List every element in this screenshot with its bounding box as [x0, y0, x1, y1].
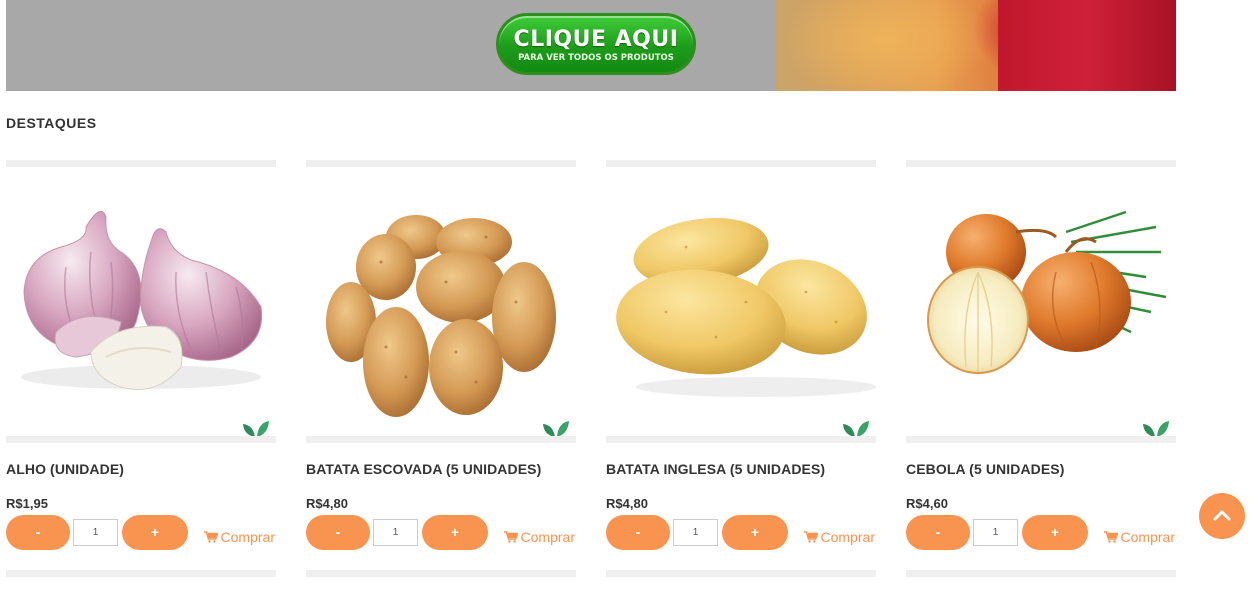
- buy-button[interactable]: Comprar: [503, 529, 575, 545]
- buy-label: Comprar: [820, 529, 875, 545]
- cart-icon: [203, 531, 218, 543]
- decrease-quantity-button[interactable]: -: [906, 515, 970, 550]
- product-image-onions[interactable]: [906, 172, 1176, 437]
- card-divider: [606, 436, 876, 443]
- product-image-garlic[interactable]: [6, 172, 276, 437]
- cta-sub-label: PARA VER TODOS OS PRODUTOS: [518, 53, 674, 63]
- leaf-icon: [843, 421, 869, 437]
- cta-main-label: CLIQUE AQUI: [513, 27, 679, 52]
- buy-button[interactable]: Comprar: [203, 529, 275, 545]
- scroll-to-top-button[interactable]: [1199, 493, 1245, 539]
- leaf-icon: [1143, 421, 1169, 437]
- product-price: R$4,80: [606, 496, 648, 511]
- card-divider: [606, 570, 876, 577]
- product-name[interactable]: BATATA ESCOVADA (5 UNIDADES): [306, 461, 541, 477]
- product-card: BATATA ESCOVADA (5 UNIDADES) R$4,80 - + …: [306, 160, 576, 577]
- promo-banner: CLIQUE AQUI PARA VER TODOS OS PRODUTOS: [6, 0, 1176, 91]
- decrease-quantity-button[interactable]: -: [306, 515, 370, 550]
- card-divider: [306, 436, 576, 443]
- card-divider: [906, 570, 1176, 577]
- product-image-brushed-potatoes[interactable]: [306, 172, 576, 437]
- quantity-input[interactable]: [673, 519, 718, 546]
- buy-button[interactable]: Comprar: [1103, 529, 1175, 545]
- product-card: ALHO (UNIDADE) R$1,95 - + Comprar: [6, 160, 276, 577]
- section-title: DESTAQUES: [6, 115, 97, 131]
- quantity-input[interactable]: [73, 519, 118, 546]
- increase-quantity-button[interactable]: +: [722, 515, 788, 550]
- increase-quantity-button[interactable]: +: [122, 515, 188, 550]
- cart-icon: [1103, 531, 1118, 543]
- leaf-icon: [243, 421, 269, 437]
- product-card: BATATA INGLESA (5 UNIDADES) R$4,80 - + C…: [606, 160, 876, 577]
- product-price: R$4,60: [906, 496, 948, 511]
- decrease-quantity-button[interactable]: -: [606, 515, 670, 550]
- buy-label: Comprar: [1120, 529, 1175, 545]
- increase-quantity-button[interactable]: +: [1022, 515, 1088, 550]
- buy-button[interactable]: Comprar: [803, 529, 875, 545]
- product-image-english-potatoes[interactable]: [606, 172, 876, 437]
- cart-icon: [803, 531, 818, 543]
- product-name[interactable]: ALHO (UNIDADE): [6, 461, 124, 477]
- increase-quantity-button[interactable]: +: [422, 515, 488, 550]
- quantity-input[interactable]: [973, 519, 1018, 546]
- view-all-products-button[interactable]: CLIQUE AQUI PARA VER TODOS OS PRODUTOS: [496, 13, 696, 75]
- decrease-quantity-button[interactable]: -: [6, 515, 70, 550]
- buy-label: Comprar: [520, 529, 575, 545]
- product-card: CEBOLA (5 UNIDADES) R$4,60 - + Comprar: [906, 160, 1176, 577]
- quantity-input[interactable]: [373, 519, 418, 546]
- card-divider: [6, 436, 276, 443]
- card-divider: [306, 160, 576, 167]
- banner-produce-photo: [776, 0, 1176, 91]
- cart-icon: [503, 531, 518, 543]
- chevron-up-icon: [1213, 510, 1231, 521]
- product-name[interactable]: BATATA INGLESA (5 UNIDADES): [606, 461, 825, 477]
- product-price: R$1,95: [6, 496, 48, 511]
- card-divider: [6, 160, 276, 167]
- card-divider: [906, 436, 1176, 443]
- card-divider: [306, 570, 576, 577]
- card-divider: [606, 160, 876, 167]
- product-price: R$4,80: [306, 496, 348, 511]
- card-divider: [6, 570, 276, 577]
- leaf-icon: [543, 421, 569, 437]
- card-divider: [906, 160, 1176, 167]
- buy-label: Comprar: [220, 529, 275, 545]
- product-name[interactable]: CEBOLA (5 UNIDADES): [906, 461, 1065, 477]
